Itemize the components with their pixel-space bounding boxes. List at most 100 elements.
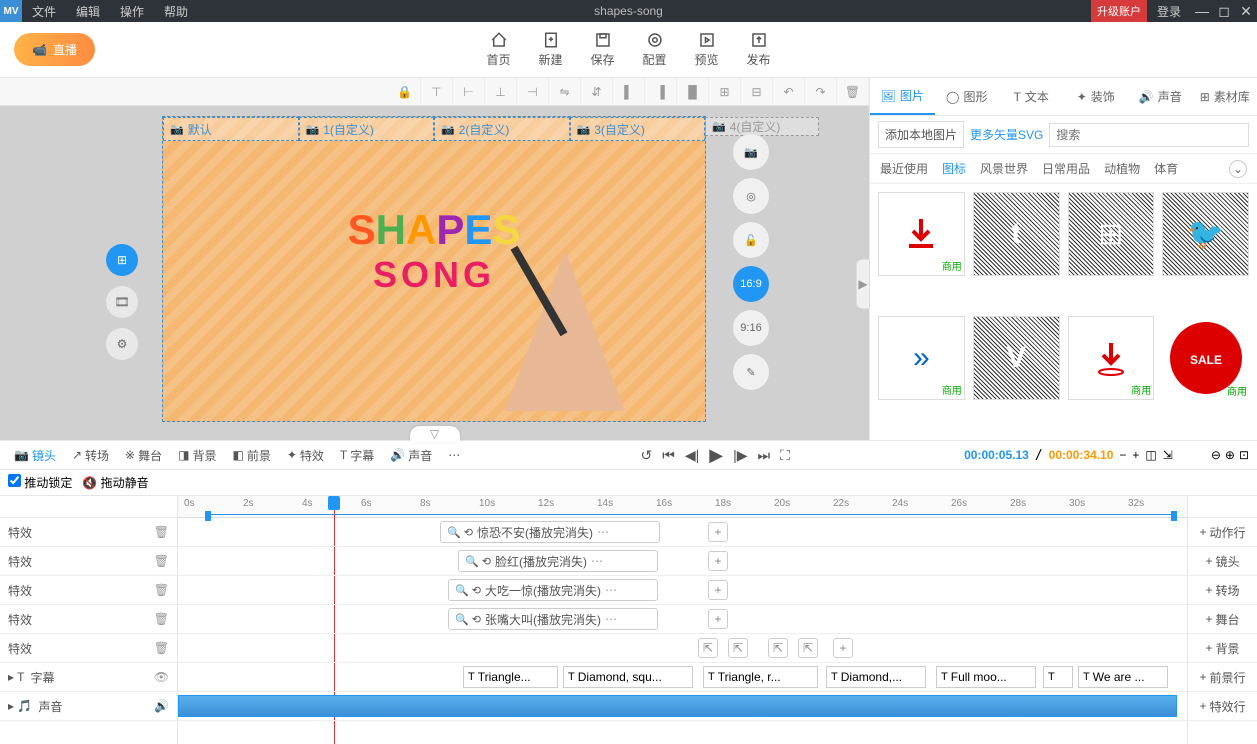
close-icon[interactable]: ✕ [1235,0,1257,22]
effect-clip[interactable]: 🔍 ⟲ 脸红(播放完消失)⋯ [458,550,658,572]
track-row[interactable]: 🔍 ⟲ 脸红(播放完消失)⋯ + [178,547,1187,576]
search-input[interactable] [1049,123,1249,147]
settings-tool-icon[interactable]: ⚙ [106,328,138,360]
subtitle-track[interactable]: TTriangle... TDiamond, squ... TTriangle,… [178,663,1187,692]
tab-text[interactable]: T文本 [999,78,1064,115]
menu-edit[interactable]: 编辑 [66,3,110,20]
menu-action[interactable]: 操作 [110,3,154,20]
add-effect-row[interactable]: +特效行 [1188,692,1257,721]
zoom-in-icon[interactable]: ⊕ [1225,448,1235,462]
scene-tab-3[interactable]: 📷3(自定义) [570,117,706,141]
tab-image[interactable]: 🖼图片 [870,78,935,115]
cat-sports[interactable]: 体育 [1154,160,1178,177]
add-fg-row[interactable]: +前景行 [1188,663,1257,692]
nav-preview[interactable]: 预览 [695,31,719,68]
push-lock-checkbox[interactable]: 推动锁定 [8,474,72,491]
upgrade-button[interactable]: 升级账户 [1091,0,1147,22]
tab-sound[interactable]: 🔊声音 [1128,78,1193,115]
distribute-v-icon[interactable]: ⊟ [741,78,773,106]
scene-tab-default[interactable]: 📷默认 [163,117,299,141]
target-icon[interactable]: ◎ [733,178,769,214]
subtitle-clip[interactable]: TFull moo... [936,666,1036,688]
marker-icon[interactable]: ⇲ [1163,448,1173,462]
add-camera-row[interactable]: +镜头 [1188,547,1257,576]
add-action-row[interactable]: +动作行 [1188,518,1257,547]
align-top-icon[interactable]: ⊤ [421,78,453,106]
step-fwd-icon[interactable]: |▶ [733,447,747,464]
align-vcenter-icon[interactable]: ⊢ [453,78,485,106]
align-l-icon[interactable]: ▌ [613,78,645,106]
asset-download-icon[interactable]: 商用 [878,192,965,276]
cat-recent[interactable]: 最近使用 [880,160,928,177]
tl-tab-camera[interactable]: 📷镜头 [8,444,62,467]
tab-library[interactable]: ⊞素材库 [1193,78,1257,115]
delete-track-icon[interactable]: 🗑 [154,525,169,539]
subtitle-clip[interactable]: TTriangle... [463,666,558,688]
asset-windows-icon[interactable]: ⊞ [1068,192,1155,276]
add-transition-row[interactable]: +转场 [1188,576,1257,605]
tl-tab-transition[interactable]: ↗转场 [66,444,115,467]
cat-icons[interactable]: 图标 [942,160,966,177]
audio-clip[interactable] [178,695,1177,717]
subtitle-clip[interactable]: TWe are ... [1078,666,1168,688]
asset-tumblr-icon[interactable]: t [973,192,1060,276]
tab-shape[interactable]: ◯图形 [935,78,1000,115]
asset-forward-icon[interactable]: »商用 [878,316,965,400]
film-tool-icon[interactable]: 🎞 [106,286,138,318]
asset-twitter-icon[interactable]: 🐦 [1162,192,1249,276]
ratio-9-16[interactable]: 9:16 [733,310,769,346]
cat-scenery[interactable]: 风景世界 [980,160,1028,177]
marker-icon[interactable]: ⇱ [728,638,748,658]
add-clip-icon[interactable]: + [708,609,728,629]
align-r-icon[interactable]: █ [677,78,709,106]
track-row[interactable]: 🔍 ⟲ 惊恐不安(播放完消失)⋯ + [178,518,1187,547]
rewind-icon[interactable]: ↺ [640,447,652,464]
skip-fwd-icon[interactable]: ⏭ [757,447,770,464]
delete-track-icon[interactable]: 🗑 [154,612,169,626]
track-row[interactable]: 🔍 ⟲ 张嘴大叫(播放完消失)⋯ + [178,605,1187,634]
visibility-icon[interactable]: 👁 [154,670,169,684]
scene-tab-2[interactable]: 📷2(自定义) [434,117,570,141]
zoom-fit-icon[interactable]: ⊡ [1239,448,1249,462]
effect-clip[interactable]: 🔍 ⟲ 惊恐不安(播放完消失)⋯ [440,521,660,543]
redo-icon[interactable]: ↷ [805,78,837,106]
nav-new[interactable]: 新建 [538,31,562,68]
flip-h-icon[interactable]: ⇋ [549,78,581,106]
add-stage-row[interactable]: +舞台 [1188,605,1257,634]
minimize-icon[interactable]: — [1191,0,1213,22]
skip-back-icon[interactable]: ⏮ [662,447,675,464]
add-bg-row[interactable]: +背景 [1188,634,1257,663]
ratio-16-9[interactable]: 16:9 [733,266,769,302]
timeline-tracks[interactable]: 0s2s4s6s8s10s12s14s16s18s20s22s24s26s28s… [178,496,1187,744]
track-row[interactable]: ⇱ ⇱ ⇱ ⇱ + [178,634,1187,663]
canvas-stage[interactable]: ⊞ 🎞 ⚙ 📷默认 📷1(自定义) 📷2(自定义) 📷3(自定义) 📷4(自定义… [0,106,869,440]
align-left-icon[interactable]: ⊣ [517,78,549,106]
login-button[interactable]: 登录 [1147,3,1191,20]
unlock-icon[interactable]: 🔓 [733,222,769,258]
distribute-h-icon[interactable]: ⊞ [709,78,741,106]
asset-vimeo-icon[interactable]: V [973,316,1060,400]
undo-icon[interactable]: ↶ [773,78,805,106]
delete-track-icon[interactable]: 🗑 [154,641,169,655]
asset-sale-badge[interactable]: SALE商用 [1162,316,1249,400]
zoom-out-icon[interactable]: ⊖ [1211,448,1221,462]
audio-track[interactable] [178,692,1187,721]
step-back-icon[interactable]: ◀| [685,447,699,464]
more-svg-link[interactable]: 更多矢量SVG [970,126,1043,143]
tl-tab-audio[interactable]: 🔊声音 [384,444,438,467]
cat-nature[interactable]: 动植物 [1104,160,1140,177]
menu-help[interactable]: 帮助 [154,3,198,20]
marker-icon[interactable]: ⇱ [768,638,788,658]
crop-icon[interactable]: ◫ [1145,448,1156,462]
edit-icon[interactable]: ✎ [733,354,769,390]
cat-daily[interactable]: 日常用品 [1042,160,1090,177]
nav-config[interactable]: 配置 [643,31,667,68]
subtitle-clip[interactable]: TDiamond, squ... [563,666,693,688]
camera-icon[interactable]: 📷 [733,134,769,170]
lock-icon[interactable]: 🔒 [389,78,421,106]
scene-tab-1[interactable]: 📷1(自定义) [299,117,435,141]
subtitle-clip[interactable]: TTriangle, r... [703,666,818,688]
add-clip-icon[interactable]: + [708,522,728,542]
add-clip-icon[interactable]: + [708,551,728,571]
tl-tab-background[interactable]: ◨背景 [172,444,222,467]
